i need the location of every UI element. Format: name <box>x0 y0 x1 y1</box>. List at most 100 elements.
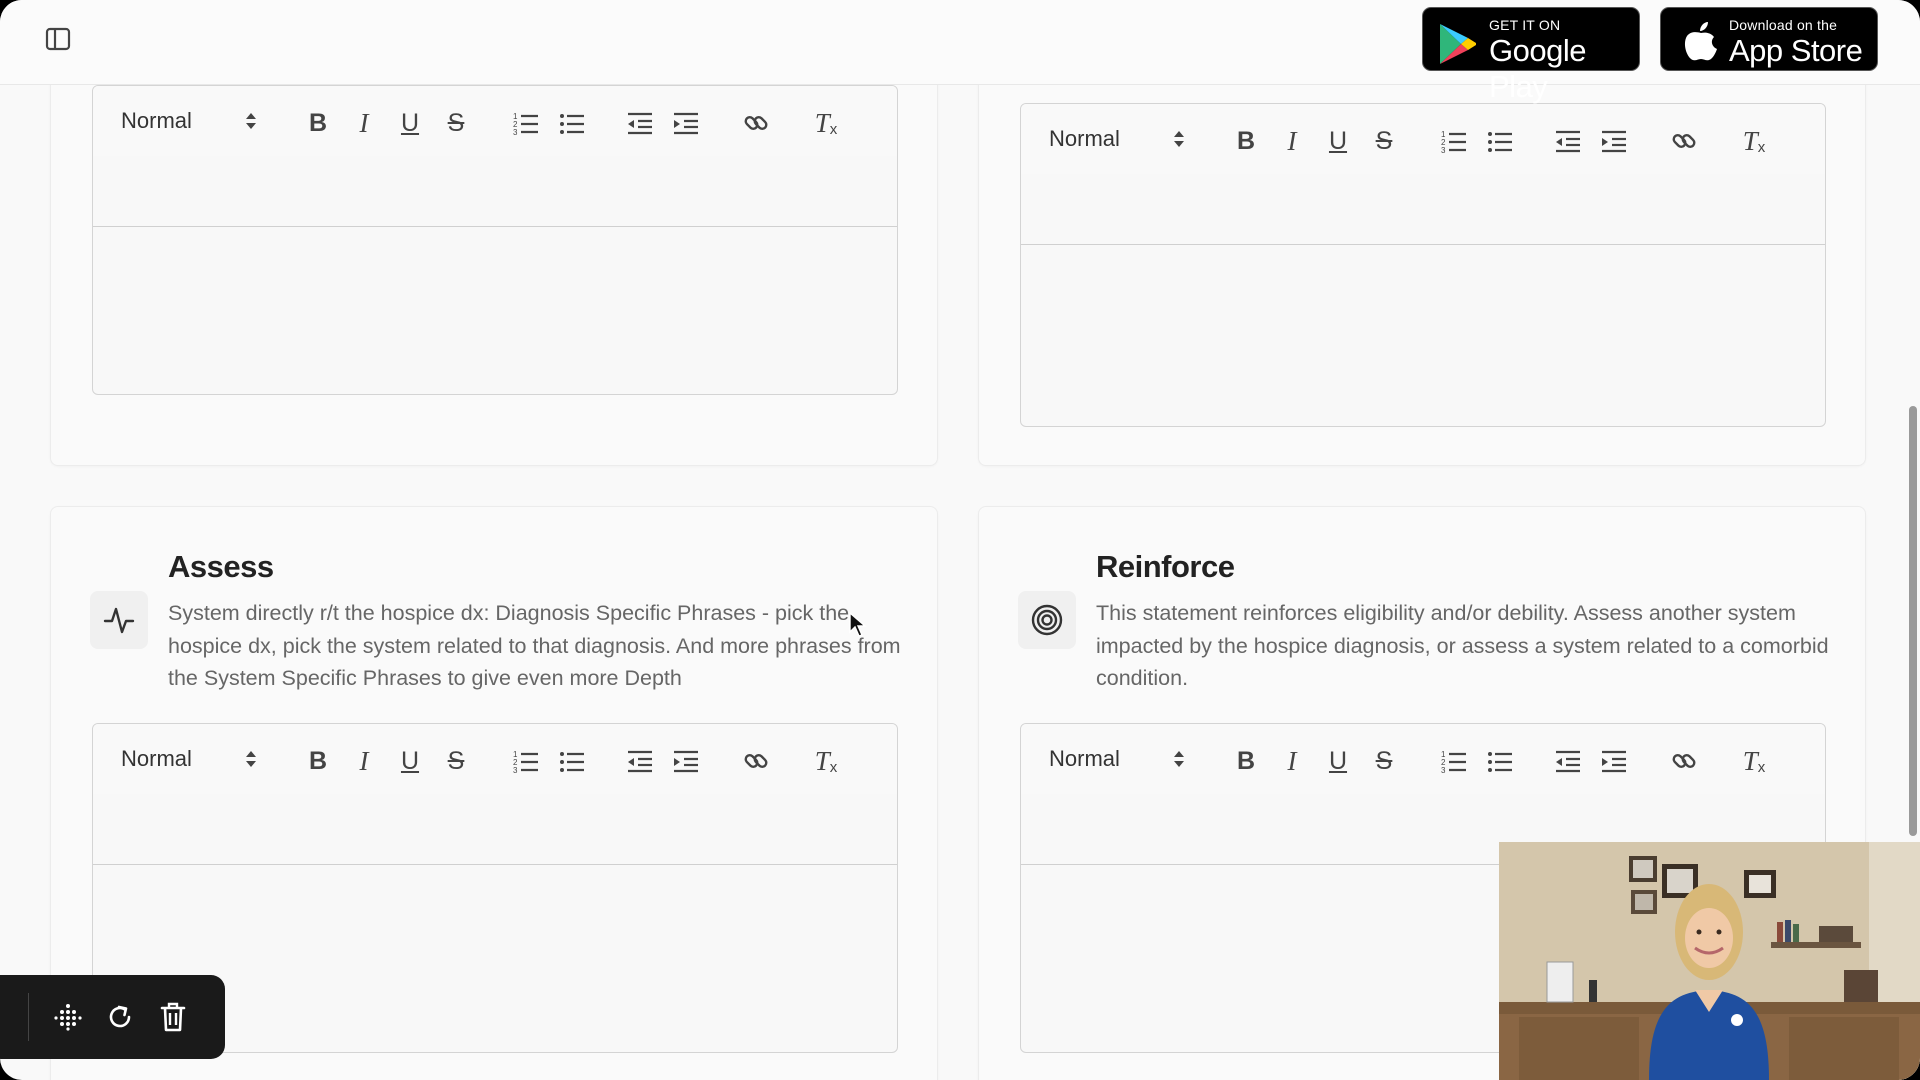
bold-label: B <box>1236 127 1256 155</box>
ordered-list-icon: 123 <box>1441 130 1466 153</box>
bold-button[interactable]: B <box>1231 126 1261 156</box>
svg-text:3: 3 <box>513 766 518 773</box>
link-icon <box>1672 754 1696 768</box>
clear-format-label: T <box>1742 746 1758 776</box>
rich-text-editor[interactable]: Normal B I U S 123 T x <box>92 85 898 395</box>
ordered-list-button[interactable]: 123 <box>511 746 541 776</box>
underline-button[interactable]: U <box>395 108 425 138</box>
link-icon <box>744 116 768 130</box>
ordered-list-button[interactable]: 123 <box>511 108 541 138</box>
strike-button[interactable]: S <box>441 108 471 138</box>
link-button[interactable] <box>741 108 771 138</box>
bold-button[interactable]: B <box>1231 746 1261 776</box>
indent-button[interactable] <box>671 746 701 776</box>
heading-select[interactable]: Normal <box>121 746 261 774</box>
heading-select-value: Normal <box>121 746 192 771</box>
clear-format-button[interactable]: Tx <box>811 746 841 776</box>
link-icon <box>1672 134 1696 148</box>
rich-text-editor[interactable]: Normal B I U S 123 T x <box>1020 103 1826 427</box>
indent-button[interactable] <box>1599 746 1629 776</box>
indent-button[interactable] <box>1599 126 1629 156</box>
outdent-button[interactable] <box>625 746 655 776</box>
strike-button[interactable]: S <box>441 746 471 776</box>
clear-format-label: T <box>814 108 830 138</box>
ordered-list-icon: 123 <box>513 112 538 135</box>
sidebar-toggle-icon[interactable] <box>44 26 74 52</box>
refresh-icon[interactable] <box>104 1001 136 1033</box>
underline-button[interactable]: U <box>395 746 425 776</box>
outdent-button[interactable] <box>1553 126 1583 156</box>
bold-label: B <box>1236 747 1256 775</box>
google-play-big-text: Google Play <box>1489 33 1586 104</box>
clear-format-label: T <box>1742 126 1758 156</box>
editor-subbar <box>93 156 897 227</box>
underline-button[interactable]: U <box>1323 746 1353 776</box>
app-store-badge[interactable]: Download on the App Store <box>1660 7 1878 71</box>
bold-button[interactable]: B <box>303 108 333 138</box>
indent-icon <box>674 112 698 135</box>
svg-text:3: 3 <box>1441 146 1446 153</box>
bullet-list-button[interactable] <box>1485 746 1515 776</box>
outdent-icon <box>628 112 652 135</box>
link-button[interactable] <box>1669 126 1699 156</box>
strike-label: S <box>1375 747 1393 775</box>
clear-format-button[interactable]: Tx <box>1739 746 1769 776</box>
italic-label: I <box>1287 126 1297 156</box>
bullet-list-button[interactable] <box>1485 126 1515 156</box>
italic-button[interactable]: I <box>1277 126 1307 156</box>
ordered-list-button[interactable]: 123 <box>1439 126 1469 156</box>
link-button[interactable] <box>741 746 771 776</box>
trash-icon[interactable] <box>157 1001 189 1033</box>
ordered-list-button[interactable]: 123 <box>1439 746 1469 776</box>
heading-select[interactable]: Normal <box>1049 126 1189 154</box>
google-play-badge[interactable]: GET IT ON Google Play <box>1422 7 1640 104</box>
heading-select[interactable]: Normal <box>1049 746 1189 774</box>
section-description: This statement reinforces eligibility an… <box>1096 601 1829 690</box>
toolbar-divider <box>28 993 29 1041</box>
card-top-left: Normal B I U S 123 T x <box>50 40 938 466</box>
italic-button[interactable]: I <box>1277 746 1307 776</box>
svg-text:3: 3 <box>1441 766 1446 773</box>
link-icon <box>744 754 768 768</box>
bold-button[interactable]: B <box>303 746 333 776</box>
bullet-list-icon <box>1488 752 1512 772</box>
outdent-button[interactable] <box>625 108 655 138</box>
underline-label: U <box>1328 127 1348 155</box>
mouse-cursor-icon <box>849 611 867 643</box>
italic-label: I <box>1287 746 1297 776</box>
google-play-small-text: GET IT ON <box>1489 17 1561 33</box>
app-store-small-text: Download on the <box>1729 17 1838 33</box>
activity-pulse-icon <box>90 591 148 649</box>
strike-button[interactable]: S <box>1369 126 1399 156</box>
editor-toolbar: Normal B I U S 123 T x <box>1021 104 1825 175</box>
underline-label: U <box>400 109 420 137</box>
clear-format-button[interactable]: Tx <box>1739 126 1769 156</box>
select-arrows-icon <box>245 111 257 137</box>
ordered-list-icon: 123 <box>513 750 538 773</box>
scrollbar-thumb[interactable] <box>1909 406 1917 836</box>
italic-button[interactable]: I <box>349 108 379 138</box>
link-button[interactable] <box>1669 746 1699 776</box>
drag-grid-icon[interactable] <box>52 1001 84 1033</box>
ordered-list-icon: 123 <box>1441 750 1466 773</box>
strike-button[interactable]: S <box>1369 746 1399 776</box>
clear-format-button[interactable]: Tx <box>811 108 841 138</box>
strike-label: S <box>1375 127 1393 155</box>
floating-toolbar <box>0 975 225 1059</box>
bullet-list-button[interactable] <box>557 746 587 776</box>
bullet-list-icon <box>560 114 584 134</box>
bold-label: B <box>308 109 328 137</box>
italic-button[interactable]: I <box>349 746 379 776</box>
bullet-list-button[interactable] <box>557 108 587 138</box>
outdent-button[interactable] <box>1553 746 1583 776</box>
section-title: Assess <box>168 549 274 584</box>
bullet-list-icon <box>1488 132 1512 152</box>
indent-button[interactable] <box>671 108 701 138</box>
heading-select[interactable]: Normal <box>121 108 261 136</box>
editor-subbar <box>93 794 897 865</box>
select-arrows-icon <box>1173 129 1185 155</box>
editor-toolbar: Normal B I U S 123 T x <box>1021 724 1825 795</box>
bullet-list-icon <box>560 752 584 772</box>
underline-button[interactable]: U <box>1323 126 1353 156</box>
section-title: Reinforce <box>1096 549 1235 584</box>
